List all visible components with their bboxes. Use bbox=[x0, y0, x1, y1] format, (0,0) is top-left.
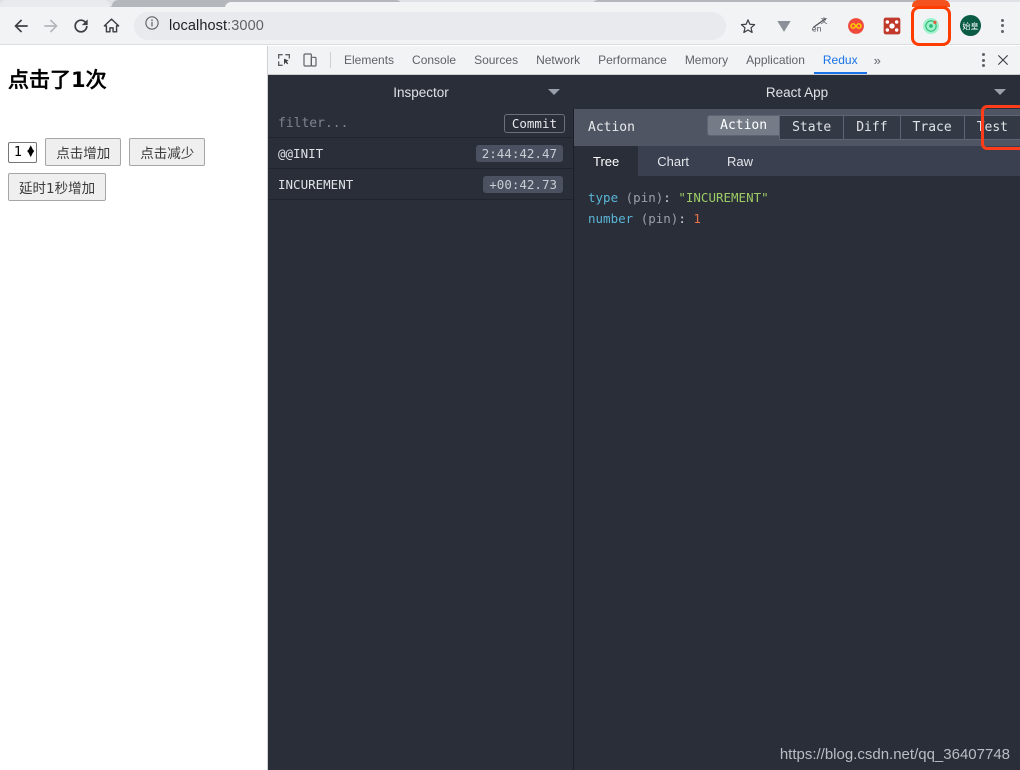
page-controls: 1 ▲ ▼ 点击增加 点击减少 延时1秒增加 bbox=[8, 138, 259, 201]
svg-text:始皇: 始皇 bbox=[962, 21, 978, 31]
monitor-tab-diff[interactable]: Diff bbox=[843, 115, 900, 140]
viewport: 点击了1次 1 ▲ ▼ 点击增加 点击减少 延时1秒增加 Elements Co… bbox=[0, 46, 1020, 770]
puzzle-red-icon[interactable] bbox=[878, 12, 906, 40]
browser-tab-strip[interactable] bbox=[0, 0, 1020, 8]
tab-memory[interactable]: Memory bbox=[676, 46, 737, 74]
web-page-content: 点击了1次 1 ▲ ▼ 点击增加 点击减少 延时1秒增加 bbox=[0, 46, 268, 770]
tab-console[interactable]: Console bbox=[403, 46, 465, 74]
devtools-tabbar-actions bbox=[965, 46, 1020, 74]
toolbar-divider bbox=[330, 52, 331, 68]
action-timestamp: +00:42.73 bbox=[483, 175, 563, 193]
select-stepper-arrows: ▲ ▼ bbox=[27, 143, 35, 159]
browser-window: localhost:3000 en 文 始皇 点击了1次 1 ▲ ▼ 点击增加 … bbox=[0, 0, 1020, 770]
tab-elements[interactable]: Elements bbox=[335, 46, 403, 74]
action-row-init[interactable]: @@INIT 2:44:42.47 bbox=[268, 138, 573, 169]
devtools-panel: Elements Console Sources Network Perform… bbox=[268, 46, 1020, 770]
tree-pin-label: (pin) bbox=[625, 190, 664, 205]
tab-highlight-marker bbox=[912, 0, 950, 7]
delayed-increment-button[interactable]: 延时1秒增加 bbox=[8, 173, 107, 201]
subtab-tree[interactable]: Tree bbox=[574, 146, 639, 176]
tree-row-type[interactable]: type (pin): "INCUREMENT" bbox=[588, 187, 1020, 208]
detail-label: Action bbox=[588, 120, 635, 135]
instance-selector[interactable]: React App bbox=[574, 75, 1020, 109]
tab-sources[interactable]: Sources bbox=[465, 46, 527, 74]
tab-redux[interactable]: Redux bbox=[813, 46, 867, 74]
profile-avatar-icon[interactable]: 始皇 bbox=[956, 12, 984, 40]
svg-text:en: en bbox=[811, 25, 821, 34]
devtools-settings-icon[interactable] bbox=[974, 53, 992, 67]
action-tree: type (pin): "INCUREMENT" number (pin): 1 bbox=[574, 176, 1020, 770]
subtab-chart[interactable]: Chart bbox=[638, 146, 708, 176]
monitor-tab-trace[interactable]: Trace bbox=[899, 115, 964, 140]
tree-row-number[interactable]: number (pin): 1 bbox=[588, 208, 1020, 229]
filter-bar: Commit bbox=[268, 109, 573, 138]
close-icon[interactable] bbox=[992, 53, 1014, 67]
reload-button[interactable] bbox=[66, 11, 96, 41]
action-timestamp: 2:44:42.47 bbox=[475, 144, 563, 162]
monitor-tabs: Action State Diff Trace Test bbox=[707, 115, 1020, 140]
vimium-icon[interactable] bbox=[770, 12, 798, 40]
monitor-tab-action[interactable]: Action bbox=[707, 115, 780, 136]
device-toolbar-icon[interactable] bbox=[300, 50, 320, 70]
tree-pin-label: (pin) bbox=[640, 211, 679, 226]
action-label: @@INIT bbox=[278, 145, 324, 161]
translate-icon[interactable]: en 文 bbox=[806, 12, 834, 40]
address-bar-url: localhost:3000 bbox=[169, 18, 264, 34]
subtab-raw[interactable]: Raw bbox=[708, 146, 772, 176]
monitor-tab-test[interactable]: Test bbox=[963, 115, 1020, 140]
instance-title: React App bbox=[765, 84, 829, 100]
redux-devtools-icon[interactable] bbox=[911, 5, 951, 46]
filter-input[interactable] bbox=[276, 114, 504, 132]
back-button[interactable] bbox=[6, 11, 36, 41]
infinity-icon[interactable] bbox=[842, 12, 870, 40]
forward-button[interactable] bbox=[36, 11, 66, 41]
tab-strip-segment[interactable] bbox=[0, 0, 110, 7]
page-title: 点击了1次 bbox=[8, 68, 107, 92]
inspect-element-icon[interactable] bbox=[274, 50, 294, 70]
chevron-down-icon[interactable] bbox=[548, 89, 560, 95]
chevron-down-icon[interactable] bbox=[994, 89, 1006, 95]
url-host: localhost bbox=[169, 17, 228, 34]
detail-toolbar: Action Action State Diff Trace Test bbox=[574, 105, 1020, 150]
tree-colon: : bbox=[678, 211, 686, 226]
tab-performance[interactable]: Performance bbox=[589, 46, 676, 74]
decrement-button[interactable]: 点击减少 bbox=[129, 138, 206, 166]
tab-application[interactable]: Application bbox=[737, 46, 814, 74]
url-port: :3000 bbox=[227, 17, 264, 34]
tree-colon: : bbox=[663, 190, 671, 205]
detail-subtabs: Tree Chart Raw bbox=[574, 146, 1020, 176]
browser-menu-icon[interactable] bbox=[990, 12, 1014, 40]
tree-value: "INCUREMENT" bbox=[678, 190, 769, 205]
count-select-value: 1 bbox=[14, 144, 23, 160]
star-icon[interactable] bbox=[734, 12, 762, 40]
inspector-selector[interactable]: Inspector bbox=[268, 75, 574, 109]
devtools-tab-bar: Elements Console Sources Network Perform… bbox=[268, 46, 1020, 75]
action-label: INCUREMENT bbox=[278, 176, 354, 192]
redux-devtools: Inspector React App Commit bbox=[268, 75, 1020, 770]
increment-button[interactable]: 点击增加 bbox=[45, 138, 122, 166]
home-button[interactable] bbox=[96, 11, 126, 41]
tree-value: 1 bbox=[693, 211, 701, 226]
address-bar[interactable]: localhost:3000 bbox=[134, 11, 726, 40]
watermark: https://blog.csdn.net/qq_36407748 bbox=[779, 746, 1010, 763]
action-list: @@INIT 2:44:42.47 INCUREMENT +00:42.73 bbox=[268, 138, 573, 770]
inspector-column: Commit @@INIT 2:44:42.47 INCUREMENT +00:… bbox=[268, 109, 574, 770]
devtools-tool-icons bbox=[268, 46, 326, 74]
info-circle-icon[interactable] bbox=[144, 15, 160, 36]
action-row-incurement[interactable]: INCUREMENT +00:42.73 bbox=[268, 169, 573, 200]
tab-network[interactable]: Network bbox=[527, 46, 589, 74]
inspector-title: Inspector bbox=[393, 84, 449, 100]
detail-column: Action Action State Diff Trace Test Tree… bbox=[574, 105, 1020, 770]
extension-icons: en 文 始皇 bbox=[766, 5, 988, 46]
count-select[interactable]: 1 ▲ ▼ bbox=[8, 141, 38, 163]
commit-button[interactable]: Commit bbox=[503, 113, 565, 133]
tree-key: type bbox=[588, 190, 619, 205]
redux-body: Commit @@INIT 2:44:42.47 INCUREMENT +00:… bbox=[268, 105, 1020, 770]
tree-key: number bbox=[588, 211, 634, 226]
monitor-tab-state[interactable]: State bbox=[779, 115, 844, 140]
more-tabs-icon[interactable]: » bbox=[867, 46, 888, 74]
browser-toolbar: localhost:3000 en 文 始皇 bbox=[0, 5, 1020, 46]
redux-header: Inspector React App bbox=[268, 75, 1020, 109]
